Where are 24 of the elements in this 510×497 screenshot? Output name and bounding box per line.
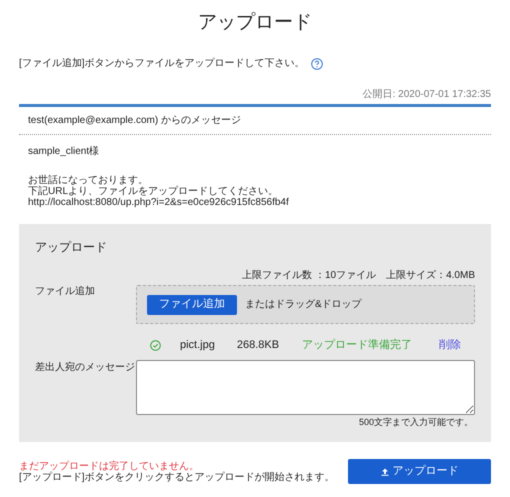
file-status: アップロード準備完了 bbox=[302, 338, 412, 353]
upload-icon bbox=[380, 468, 388, 476]
limits-text: 上限ファイル数 ：10ファイル 上限サイズ：4.0MB bbox=[242, 268, 475, 283]
file-label: ファイル追加 bbox=[35, 286, 95, 297]
message-label: 差出人宛のメッセージ bbox=[35, 362, 135, 373]
add-file-button[interactable]: ファイル追加 bbox=[147, 294, 237, 314]
message-field[interactable] bbox=[136, 360, 475, 415]
file-name: pict.jpg bbox=[180, 338, 215, 353]
message-body: お世話になっております。 下記URLより、ファイルをアップロードしてください。 http://localhost:8080/up.php?i=2&s=e0ce926c915fc856fb4f bbox=[28, 175, 290, 208]
panel-heading: アップロード bbox=[35, 239, 108, 256]
delete-link[interactable]: 削除 bbox=[439, 336, 461, 354]
page-title: アップロード bbox=[197, 11, 313, 35]
upload-button[interactable]: アップロード bbox=[348, 459, 491, 484]
instruction-text: [ファイル追加]ボタンからファイルをアップロードして下さい。 bbox=[19, 56, 305, 71]
warning-text: まだアップロードは完了していません。 bbox=[19, 460, 200, 472]
help-icon[interactable] bbox=[310, 58, 323, 70]
file-size: 268.8KB bbox=[236, 338, 280, 353]
drop-zone[interactable]: ファイル追加 またはドラッグ&ドロップ bbox=[136, 285, 475, 324]
published-date: 公開日: 2020-07-01 17:32:35 bbox=[362, 88, 491, 102]
upload-hint: [アップロード]ボタンをクリックするとアップロードが開始されます。 bbox=[19, 472, 335, 482]
recipient-text: sample_client様 bbox=[28, 144, 100, 159]
sender-text: test(example@example.com) からのメッセージ bbox=[28, 115, 241, 126]
char-limit-note: 500文字まで入力可能です。 bbox=[358, 416, 473, 429]
drop-hint: またはドラッグ&ドロップ bbox=[245, 298, 362, 312]
